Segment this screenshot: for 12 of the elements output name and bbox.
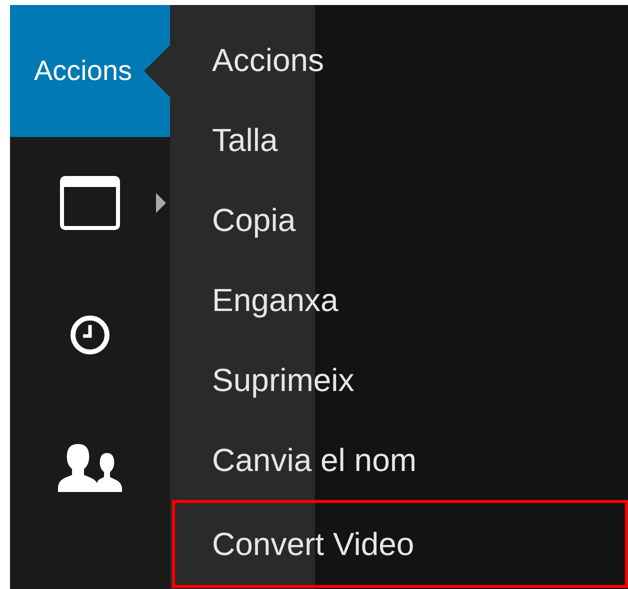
- menu-item[interactable]: Talla: [172, 100, 628, 180]
- window-icon: [60, 176, 120, 230]
- menu-item[interactable]: Canvia el nom: [172, 420, 628, 500]
- clock-icon: [70, 315, 110, 355]
- sidebar-tab[interactable]: Accions: [10, 5, 170, 137]
- menu-item[interactable]: Convert Video: [172, 500, 628, 588]
- menu-item[interactable]: Copia: [172, 180, 628, 260]
- menu-item[interactable]: Accions: [172, 20, 628, 100]
- menu-item[interactable]: Suprimeix: [172, 340, 628, 420]
- menu-item[interactable]: Enganxa: [172, 260, 628, 340]
- caret-icon: [156, 193, 166, 213]
- people-icon: [58, 442, 122, 492]
